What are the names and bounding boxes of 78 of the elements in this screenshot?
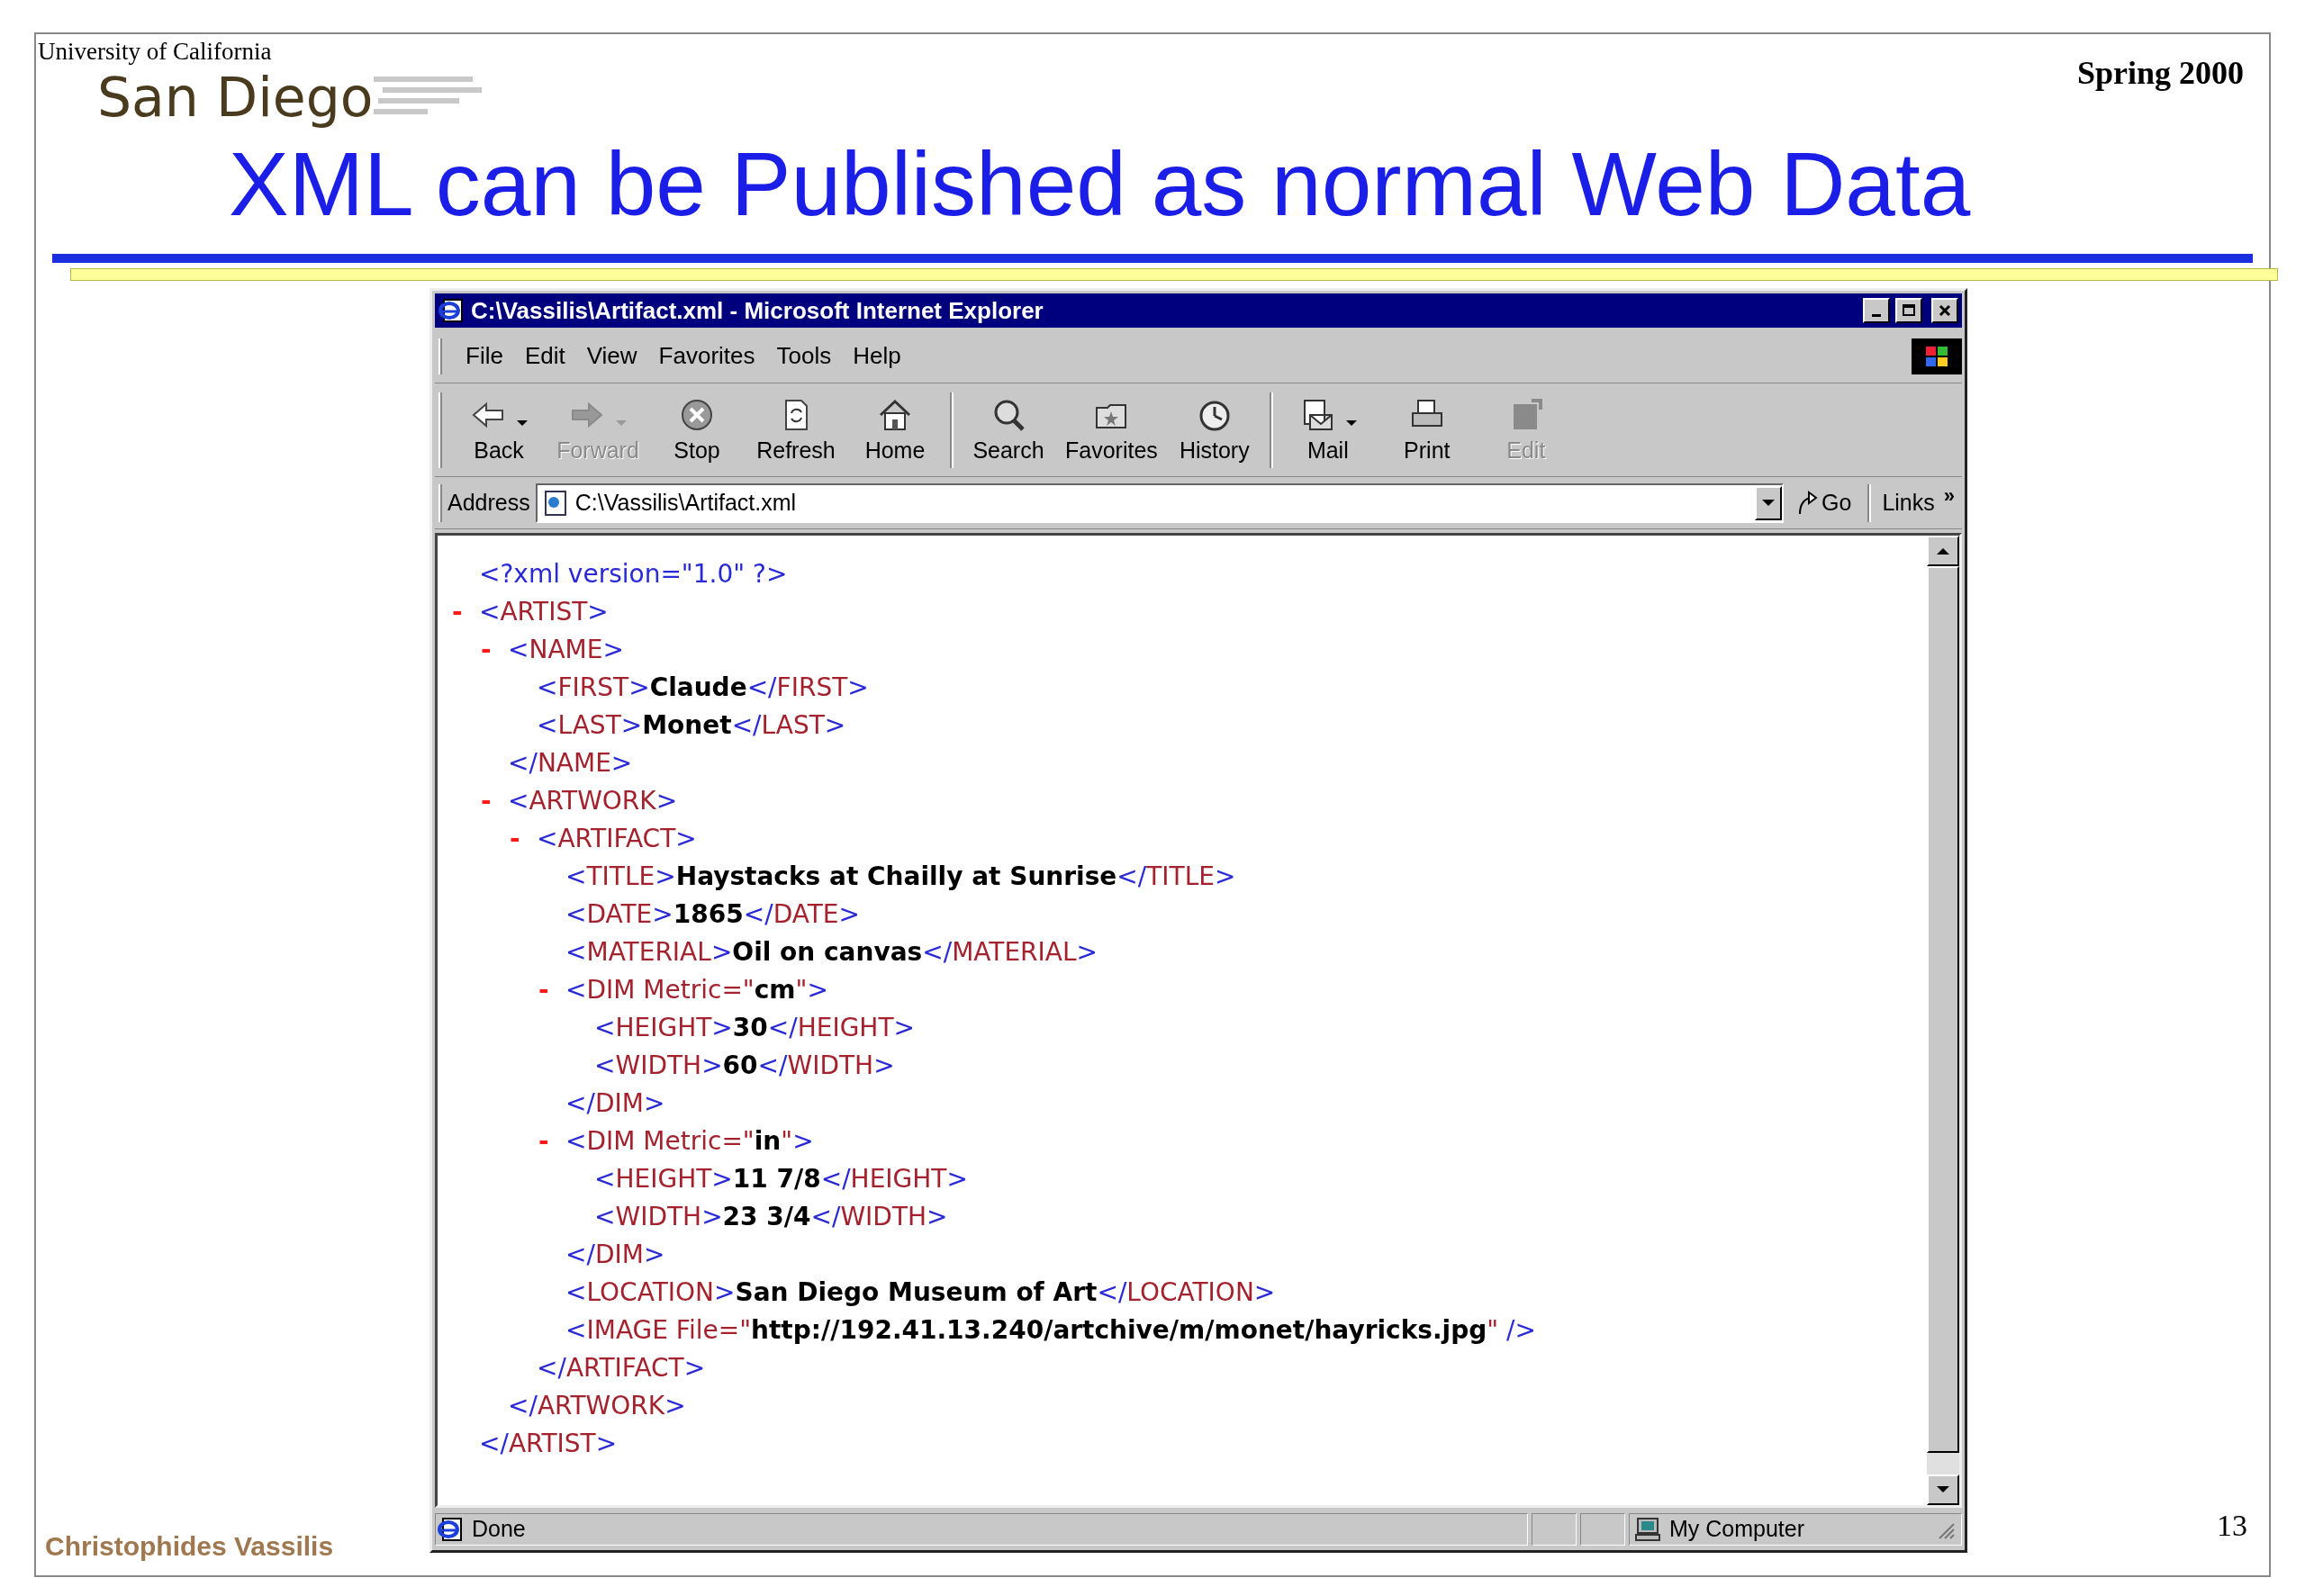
xml-line: <FIRST>Claude</FIRST>: [537, 672, 869, 704]
go-button[interactable]: Go: [1784, 485, 1865, 520]
collapse-toggle[interactable]: -: [481, 631, 508, 669]
document-icon: [438, 1516, 465, 1543]
xml-line: <WIDTH>60</WIDTH>: [594, 1050, 895, 1082]
xml-line: <MATERIAL>Oil on canvas</MATERIAL>: [565, 936, 1098, 969]
campus-name: San Diego: [97, 65, 374, 130]
links-button[interactable]: Links »: [1875, 485, 1962, 520]
toolbar-button[interactable]: Refresh: [746, 396, 845, 464]
dropdown-caret-icon: [1762, 499, 1775, 507]
xml-line: <LOCATION>San Diego Museum of Art</LOCATION>: [565, 1276, 1276, 1309]
xml-line: <TITLE>Haystacks at Chailly at Sunrise</TITLE>: [565, 861, 1236, 893]
computer-icon: [1635, 1516, 1662, 1543]
toolbar-button[interactable]: Home: [845, 396, 945, 464]
browser-logo-icon: [438, 297, 466, 324]
toolbar-button[interactable]: Print: [1377, 396, 1477, 464]
flag-logo-icon: [1924, 344, 1949, 368]
zone-text: My Computer: [1669, 1515, 1805, 1544]
menu-item[interactable]: Edit: [513, 338, 576, 374]
scroll-up-button[interactable]: [1927, 536, 1959, 566]
menu-item[interactable]: Tools: [765, 338, 843, 374]
xml-line: <ARTWORK>: [508, 785, 678, 817]
xml-line: <ARTIFACT>: [537, 823, 697, 855]
slide-title: XML can be Published as normal Web Data: [229, 133, 1971, 234]
xml-line: <DIM Metric="cm">: [565, 974, 828, 1006]
toolbar-button[interactable]: Mail: [1278, 396, 1378, 464]
toolbar-button[interactable]: Back: [449, 396, 548, 464]
up-arrow-icon: [1937, 547, 1949, 555]
maximize-button[interactable]: [1895, 298, 1922, 323]
collapse-toggle[interactable]: -: [481, 782, 508, 820]
xml-line: <NAME>: [508, 634, 624, 666]
xml-line: <DIM Metric="in">: [565, 1125, 814, 1158]
address-label: Address: [447, 488, 530, 517]
xml-line: <LAST>Monet</LAST>: [537, 709, 846, 742]
toolbar-button[interactable]: Favorites: [1058, 396, 1165, 464]
maximize-icon: [1903, 304, 1915, 317]
window-title: C:\Vassilis\Artifact.xml - Microsoft Internet Explorer: [471, 295, 1044, 326]
curved-arrow-icon: [1796, 490, 1818, 516]
collapse-toggle[interactable]: -: [510, 820, 537, 858]
menu-item[interactable]: Favorites: [647, 338, 766, 374]
close-icon: [1939, 304, 1951, 317]
xml-line: </ARTIST>: [479, 1428, 618, 1460]
menu-item[interactable]: Help: [842, 338, 912, 374]
minimize-icon: [1872, 313, 1881, 317]
xml-line: <WIDTH>23 3/4</WIDTH>: [594, 1201, 948, 1233]
xml-line: </ARTWORK>: [508, 1390, 686, 1422]
xml-line: <HEIGHT>30</HEIGHT>: [594, 1012, 915, 1044]
xml-line: </DIM>: [565, 1239, 665, 1271]
term-label: Spring 2000: [2076, 54, 2244, 93]
collapse-toggle[interactable]: -: [538, 1123, 565, 1160]
scroll-down-button[interactable]: [1927, 1474, 1959, 1505]
xml-line: <?xml version="1.0" ?>: [479, 558, 788, 591]
close-button[interactable]: [1931, 298, 1958, 323]
menu-item[interactable]: View: [575, 338, 648, 374]
chevron-icon: »: [1943, 485, 1955, 506]
xml-line: </DIM>: [565, 1087, 665, 1120]
status-pane: [1580, 1513, 1625, 1546]
xml-line: </NAME>: [508, 747, 633, 780]
xml-line: <DATE>1865</DATE>: [565, 898, 860, 931]
dropdown-button[interactable]: [1755, 485, 1782, 520]
author-name: Christophides Vassilis: [45, 1530, 334, 1563]
toolbar-button[interactable]: Search: [959, 396, 1058, 464]
toolbar-button[interactable]: Stop: [647, 396, 746, 464]
address-field[interactable]: C:\Vassilis\Artifact.xml: [535, 482, 1784, 523]
collapse-toggle[interactable]: -: [452, 593, 479, 631]
down-arrow-icon: [1937, 1486, 1949, 1493]
xml-line: <ARTIST>: [479, 596, 609, 628]
minimize-button[interactable]: [1863, 298, 1890, 323]
status-pane: [1532, 1513, 1577, 1546]
toolbar-button[interactable]: History: [1164, 396, 1264, 464]
menu-item[interactable]: File: [455, 338, 514, 374]
page-number: 13: [2217, 1508, 2247, 1544]
xml-line: <HEIGHT>11 7/8</HEIGHT>: [594, 1163, 968, 1195]
status-text: Done: [472, 1515, 526, 1544]
collapse-toggle[interactable]: -: [538, 971, 565, 1009]
xml-line: <IMAGE File="http://192.41.13.240/artchive/m/monet/hayricks.jpg" />: [565, 1314, 1536, 1347]
xml-line: </ARTIFACT>: [537, 1352, 706, 1384]
university-name: University of California: [38, 38, 273, 65]
